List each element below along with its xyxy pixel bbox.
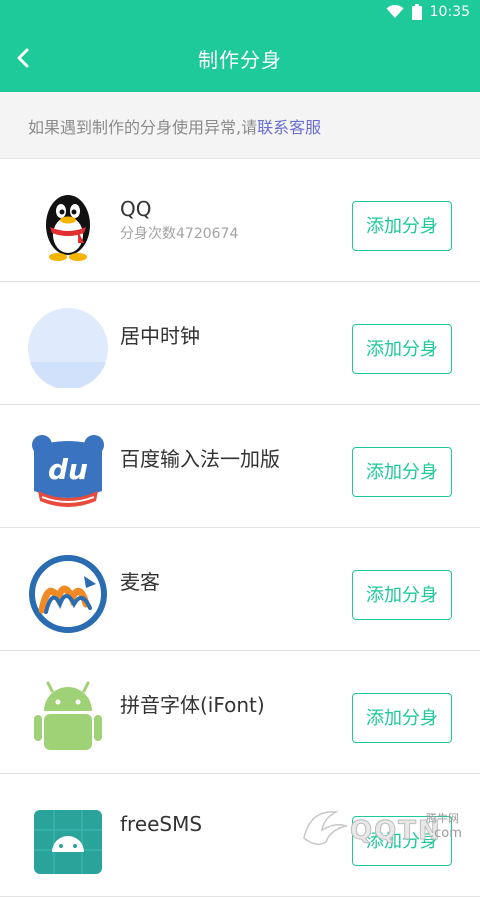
clone-count: 分身次数4720674 xyxy=(120,226,239,242)
status-time: 10:35 xyxy=(429,4,470,20)
notice-banner: 如果遇到制作的分身使用异常,请联系客服 xyxy=(0,92,480,159)
add-clone-button[interactable]: 添加分身 xyxy=(352,324,452,374)
app-name: 拼音字体(iFont) xyxy=(120,693,265,717)
app-name: 居中时钟 xyxy=(120,324,200,348)
app-name: QQ xyxy=(120,197,152,221)
watermark-logo: QQTN .com 腾牛网 xyxy=(296,800,480,854)
app-name: freeSMS xyxy=(120,812,203,836)
watermark-suffix: .com xyxy=(430,826,462,841)
freesms-android-icon xyxy=(34,810,102,874)
list-item: 麦客 添加分身 xyxy=(0,528,480,651)
clock-placeholder-icon xyxy=(28,308,108,388)
maike-m-icon xyxy=(29,555,107,633)
add-clone-button[interactable]: 添加分身 xyxy=(352,201,452,251)
wifi-icon xyxy=(386,5,404,18)
page-title: 制作分身 xyxy=(198,48,282,72)
app-name: 百度输入法一加版 xyxy=(120,447,280,471)
add-clone-button[interactable]: 添加分身 xyxy=(352,693,452,743)
android-robot-icon xyxy=(34,681,102,750)
watermark-tag: 腾牛网 xyxy=(426,812,459,825)
add-clone-button[interactable]: 添加分身 xyxy=(352,570,452,620)
list-item: 居中时钟 添加分身 xyxy=(0,282,480,405)
app-list: QQ 分身次数4720674 添加分身 居中时钟 添加分身 du 百度输入法一加… xyxy=(0,159,480,897)
list-item: QQ 分身次数4720674 添加分身 xyxy=(0,159,480,282)
app-name: 麦客 xyxy=(120,570,160,594)
baidu-du-icon: du xyxy=(32,435,104,507)
notice-text: 如果遇到制作的分身使用异常,请 xyxy=(28,118,258,137)
top-bar: 制作分身 xyxy=(0,26,480,92)
battery-icon xyxy=(411,4,422,20)
list-item: 拼音字体(iFont) 添加分身 xyxy=(0,651,480,774)
add-clone-button[interactable]: 添加分身 xyxy=(352,447,452,497)
svg-text:du: du xyxy=(48,453,88,486)
status-bar: 10:35 xyxy=(0,0,480,26)
qq-penguin-icon xyxy=(46,195,90,261)
contact-support-link[interactable]: 联系客服 xyxy=(257,118,321,137)
list-item: du 百度输入法一加版 添加分身 xyxy=(0,405,480,528)
